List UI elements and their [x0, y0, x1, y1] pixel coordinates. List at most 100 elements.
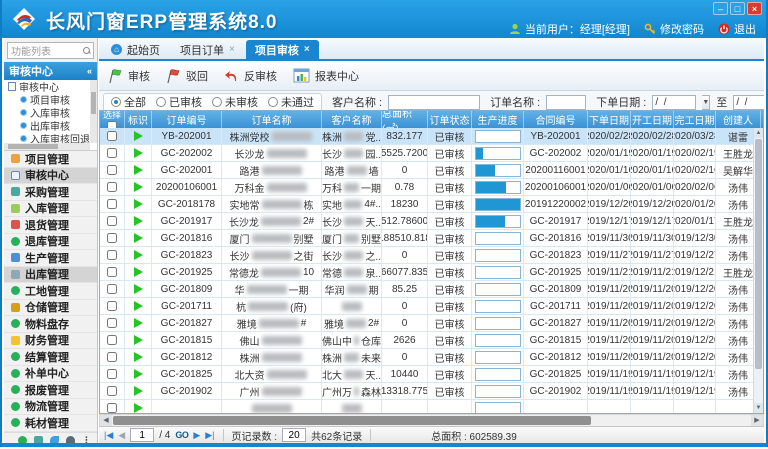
sidebar-item-报废管理[interactable]: 报废管理 — [4, 382, 97, 399]
row-checkbox[interactable] — [107, 301, 117, 311]
sidebar-panel-header[interactable]: 审核中心 « — [4, 62, 97, 80]
sidebar-item-物流管理[interactable]: 物流管理 — [4, 399, 97, 416]
report-center-button[interactable]: 报表中心 — [293, 68, 359, 84]
column-header-7[interactable]: 生产进度 — [472, 111, 524, 128]
table-row[interactable]: 20200106001万科金万科一期0.78已审核202001060012020… — [100, 179, 753, 196]
table-row[interactable]: GC-202002长沙龙长沙园..65525.7200..已审核GC-20200… — [100, 145, 753, 162]
scroll-right-icon[interactable]: ▶ — [751, 415, 763, 426]
go-button[interactable]: GO — [175, 430, 188, 440]
maximize-button[interactable]: □ — [730, 2, 745, 15]
sidebar-item-审核中心[interactable]: 审核中心 — [4, 168, 97, 185]
row-checkbox[interactable] — [107, 182, 117, 192]
radio-已审核[interactable]: 已审核 — [156, 94, 202, 110]
grid-vertical-scrollbar[interactable]: ▲ ▼ — [753, 128, 763, 413]
column-header-4[interactable]: 客户名称 — [322, 111, 382, 128]
table-row[interactable]: GC-202001路港路港墙0已审核202001160012020/01/162… — [100, 162, 753, 179]
row-checkbox[interactable] — [107, 318, 117, 328]
column-header-1[interactable]: 标识 — [125, 111, 152, 128]
logout-button[interactable]: 退出 — [718, 21, 756, 37]
table-row[interactable]: GC-201815佛山佛山中仓库2626已审核GC-2018152019/11/… — [100, 332, 753, 349]
scroll-up-icon[interactable]: ▲ — [754, 128, 763, 138]
row-checkbox[interactable] — [107, 352, 117, 362]
radio-全部[interactable]: 全部 — [111, 94, 146, 110]
tab-close-icon[interactable]: × — [229, 44, 235, 55]
sidebar-item-出库管理[interactable]: 出库管理 — [4, 267, 97, 284]
table-row[interactable]: GC-201823长沙之街长沙之..0已审核GC-2018232019/11/2… — [100, 247, 753, 264]
column-header-9[interactable]: 下单日期 — [588, 111, 631, 128]
column-header-6[interactable]: 订单状态 — [428, 111, 472, 128]
prev-page-button[interactable]: ◀ — [118, 430, 125, 441]
column-header-5[interactable]: 总面积(㎡) — [382, 111, 428, 128]
column-header-12[interactable]: 创建人 — [716, 111, 761, 128]
select-all-checkbox[interactable] — [107, 121, 117, 128]
column-header-3[interactable]: 订单名称 — [222, 111, 322, 128]
tab-project-audit[interactable]: 项目审核 × — [246, 40, 319, 59]
table-row[interactable]: GC-201827雅境#雅境2#0已审核GC-2018272019/11/202… — [100, 315, 753, 332]
row-checkbox[interactable] — [107, 369, 117, 379]
order-date-to-input[interactable] — [733, 95, 764, 110]
table-row[interactable]: GC-201902广州广州万森林13318.775已审核GC-201902201… — [100, 383, 753, 400]
table-row[interactable]: GC-201816厦门别墅厦门别墅188510.818已审核GC-2018162… — [100, 230, 753, 247]
scroll-down-icon[interactable]: ▼ — [754, 403, 763, 413]
radio-未审核[interactable]: 未审核 — [212, 94, 258, 110]
table-row[interactable]: GC-201812株洲株洲未来0已审核GC-2018122019/11/2020… — [100, 349, 753, 366]
sidebar-item-补单中心[interactable]: 补单中心 — [4, 366, 97, 383]
audit-button[interactable]: 审核 — [108, 68, 150, 84]
customer-name-input[interactable] — [388, 95, 480, 110]
reverse-audit-button[interactable]: 反审核 — [224, 68, 277, 84]
sidebar-item-项目管理[interactable]: 项目管理 — [4, 151, 97, 168]
minimize-button[interactable]: – — [713, 2, 728, 15]
table-row[interactable]: GC-201925常德龙10常德泉..266077.835..已审核GC-201… — [100, 264, 753, 281]
radio-未通过[interactable]: 未通过 — [268, 94, 314, 110]
column-header-0[interactable]: 选择 — [100, 111, 125, 128]
sidebar-item-工地管理[interactable]: 工地管理 — [4, 283, 97, 300]
reject-button[interactable]: 驳回 — [166, 68, 208, 84]
page-size-input[interactable] — [282, 428, 306, 442]
horizontal-scroll-thumb[interactable] — [113, 416, 591, 425]
row-checkbox[interactable] — [107, 216, 117, 226]
scroll-left-icon[interactable]: ◀ — [100, 415, 112, 426]
function-search-input[interactable]: 功能列表 — [7, 42, 94, 59]
sidebar-item-财务管理[interactable]: 财务管理 — [4, 333, 97, 350]
tree-vertical-scrollbar[interactable] — [90, 80, 97, 143]
table-row[interactable]: GC-201917长沙龙2#长沙天..8512.78600..已审核GC-201… — [100, 213, 753, 230]
tab-project-orders[interactable]: 项目订单 × — [171, 40, 244, 59]
table-row[interactable]: GC-2018178实地常栋实地4#..18230已审核201912200022… — [100, 196, 753, 213]
sidebar-item-耗材管理[interactable]: 耗材管理 — [4, 415, 97, 432]
next-page-button[interactable]: ▶ — [193, 430, 200, 441]
tab-start-page[interactable]: ⌂ 起始页 — [102, 40, 169, 59]
row-checkbox[interactable] — [107, 284, 117, 294]
column-header-2[interactable]: 订单编号 — [152, 111, 222, 128]
column-header-10[interactable]: 开工日期 — [631, 111, 674, 128]
column-header-8[interactable]: 合同编号 — [524, 111, 588, 128]
table-row[interactable] — [100, 400, 753, 413]
row-checkbox[interactable] — [107, 403, 117, 413]
table-row[interactable]: GC-201825北大资北大天..10440已审核GC-2018252019/1… — [100, 366, 753, 383]
sidebar-item-仓储管理[interactable]: 仓储管理 — [4, 300, 97, 317]
sidebar-item-物料盘存[interactable]: 物料盘存 — [4, 316, 97, 333]
row-checkbox[interactable] — [107, 267, 117, 277]
row-checkbox[interactable] — [107, 131, 117, 141]
order-name-input[interactable] — [546, 95, 586, 110]
sidebar-item-结算管理[interactable]: 结算管理 — [4, 349, 97, 366]
chevron-down-icon[interactable]: ▼ — [702, 95, 710, 110]
last-page-button[interactable]: ▶| — [205, 430, 214, 441]
sidebar-item-退库管理[interactable]: 退库管理 — [4, 234, 97, 251]
sidebar-item-入库管理[interactable]: 入库管理 — [4, 201, 97, 218]
row-checkbox[interactable] — [107, 250, 117, 260]
vertical-scroll-thumb[interactable] — [755, 139, 762, 369]
page-number-input[interactable] — [130, 428, 154, 442]
close-button[interactable]: × — [747, 2, 762, 15]
change-password-button[interactable]: 修改密码 — [644, 21, 704, 37]
sidebar-item-生产管理[interactable]: 生产管理 — [4, 250, 97, 267]
row-checkbox[interactable] — [107, 335, 117, 345]
sidebar-item-采购管理[interactable]: 采购管理 — [4, 184, 97, 201]
first-page-button[interactable]: |◀ — [104, 430, 113, 441]
column-header-11[interactable]: 完工日期 — [674, 111, 716, 128]
tab-close-icon[interactable]: × — [304, 44, 310, 55]
table-row[interactable]: GC-201711杭(府)0已审核GC-2017112019/11/202019… — [100, 298, 753, 315]
row-checkbox[interactable] — [107, 386, 117, 396]
order-date-input[interactable] — [652, 95, 696, 110]
row-checkbox[interactable] — [107, 165, 117, 175]
collapse-icon[interactable]: « — [87, 66, 92, 76]
